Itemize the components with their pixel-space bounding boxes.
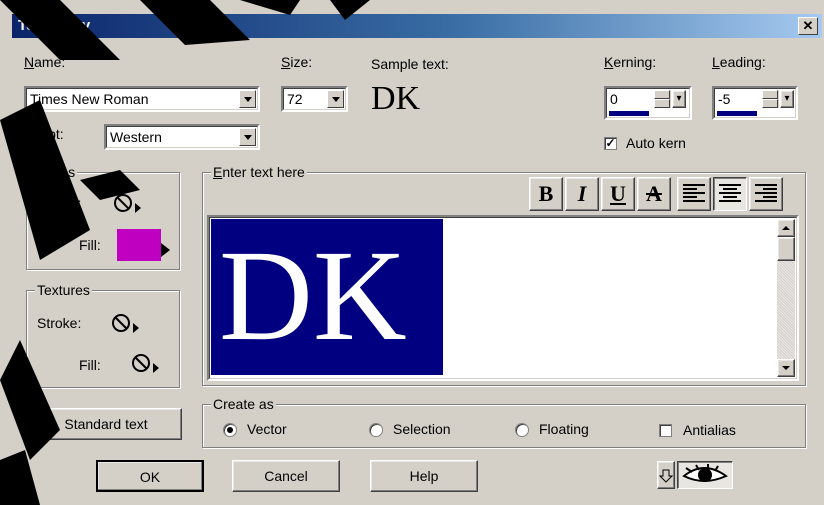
script-value: Western [110, 129, 162, 145]
align-right-button[interactable] [749, 177, 783, 211]
font-name-dropdown-icon[interactable] [239, 90, 256, 108]
cancel-button[interactable]: Cancel [232, 460, 340, 492]
name-label: Name: [24, 54, 66, 70]
window-title: Text Entry [18, 17, 91, 34]
antialias-checkbox[interactable] [659, 424, 672, 437]
font-size-select[interactable]: 72 [281, 86, 348, 112]
styles-stroke-label: Stroke: [37, 195, 82, 211]
kerning-down-icon[interactable] [654, 99, 670, 108]
close-button[interactable]: ✕ [798, 17, 818, 35]
enter-text-title: Enter text here [211, 164, 307, 180]
size-label: Size: [281, 54, 313, 70]
leading-value: -5 [718, 91, 731, 107]
auto-kern-label: Auto kern [626, 135, 686, 151]
align-center-button[interactable] [713, 177, 747, 211]
styles-fill-label: Fill: [79, 237, 101, 253]
kerning-spinner[interactable] [654, 90, 671, 108]
align-left-button[interactable] [677, 177, 711, 211]
textures-stroke-label: Stroke: [37, 315, 82, 331]
italic-button[interactable]: I [565, 177, 599, 211]
textures-stroke-no-symbol-icon[interactable] [111, 313, 141, 337]
fill-color-swatch [117, 229, 161, 261]
kerning-up-icon[interactable] [654, 90, 670, 99]
down-arrow-icon [658, 469, 674, 483]
script-select[interactable]: Western [104, 124, 260, 150]
enter-text-group: Enter text here B I U A DK [202, 164, 806, 386]
title-bar: Text Entry ✕ [12, 14, 822, 38]
styles-fill-swatch[interactable] [117, 229, 171, 263]
sample-text-preview: DK [371, 80, 421, 117]
kerning-step-icon[interactable]: ▾ [672, 90, 686, 108]
leading-label: Leading: [712, 54, 766, 70]
script-dropdown-icon[interactable] [239, 128, 256, 146]
preview-toggle-button[interactable] [677, 461, 733, 489]
vector-label: Vector [247, 421, 287, 437]
leading-step-icon[interactable]: ▾ [780, 90, 794, 108]
standard-text-button[interactable]: Standard text [30, 408, 182, 440]
leading-bar [717, 111, 757, 116]
fill-arrow-icon [161, 243, 170, 257]
textures-title: Textures [35, 282, 92, 298]
font-size-value: 72 [287, 91, 303, 107]
floating-radio[interactable] [515, 423, 529, 437]
help-button[interactable]: Help [370, 460, 478, 492]
textures-group: Textures Stroke: Fill: [26, 282, 180, 388]
ok-button[interactable]: OK [96, 460, 204, 492]
scroll-thumb[interactable] [777, 237, 795, 261]
scroll-up-arrow [782, 226, 790, 230]
scroll-up-icon[interactable] [777, 219, 795, 237]
textures-fill-label: Fill: [79, 357, 101, 373]
floating-label: Floating [539, 421, 589, 437]
align-center-icon [719, 184, 741, 202]
leading-up-icon[interactable] [762, 90, 778, 99]
leading-field[interactable]: -5 ▾ [712, 86, 798, 120]
eye-icon [682, 464, 728, 482]
selection-label: Selection [393, 421, 451, 437]
align-right-icon [755, 184, 777, 202]
antialias-label: Antialias [683, 422, 736, 438]
selection-radio[interactable] [369, 423, 383, 437]
kerning-value: 0 [610, 91, 618, 107]
font-name-value: Times New Roman [30, 91, 149, 107]
font-name-select[interactable]: Times New Roman [24, 86, 260, 112]
font-size-dropdown-icon[interactable] [327, 90, 344, 108]
editor-text: DK [219, 224, 407, 368]
text-selection-highlight: DK [211, 219, 443, 375]
create-as-group: Create as Vector Selection Floating Anti… [202, 396, 806, 448]
kerning-bar [609, 111, 649, 116]
scroll-down-arrow [782, 366, 790, 370]
format-toolbar: B I U A [529, 177, 791, 213]
no-symbol-icon[interactable] [113, 193, 143, 217]
script-label: Script: [24, 126, 64, 142]
create-as-title: Create as [211, 396, 276, 412]
auto-kern-checkbox[interactable]: ✓ [604, 137, 617, 150]
textures-fill-no-symbol-icon[interactable] [131, 353, 161, 377]
leading-down-icon[interactable] [762, 99, 778, 108]
text-entry-dialog: Text Entry ✕ Name: Times New Roman Size:… [0, 0, 824, 505]
editor-scrollbar[interactable] [777, 219, 795, 377]
styles-group: Styles Stroke: Fill: [26, 164, 180, 270]
vector-radio[interactable] [223, 423, 237, 437]
underline-button[interactable]: U [601, 177, 635, 211]
bold-button[interactable]: B [529, 177, 563, 211]
leading-spinner[interactable] [762, 90, 779, 108]
preview-options-button[interactable] [657, 461, 675, 489]
text-editor[interactable]: DK [207, 215, 799, 381]
strikethrough-button[interactable]: A [637, 177, 671, 211]
styles-title: Styles [35, 164, 78, 180]
kerning-label: Kerning: [604, 54, 657, 70]
scroll-down-icon[interactable] [777, 359, 795, 377]
align-left-icon [683, 184, 705, 202]
kerning-field[interactable]: 0 ▾ [604, 86, 692, 120]
name-label-rest: ame: [34, 54, 66, 70]
sample-text-label: Sample text: [371, 56, 449, 72]
